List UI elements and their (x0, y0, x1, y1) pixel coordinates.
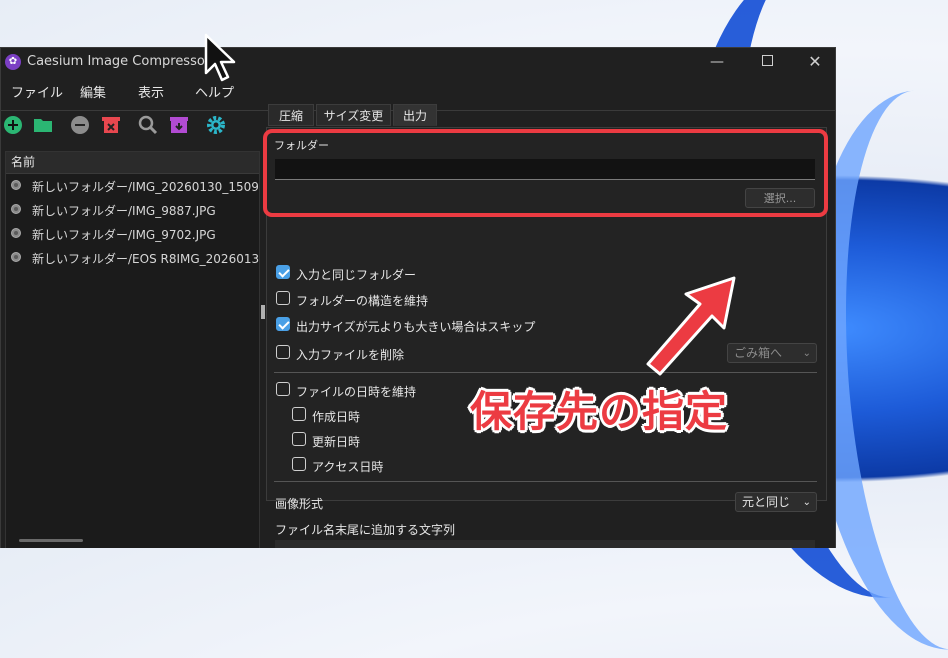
checkbox-icon (276, 382, 290, 396)
app-logo-icon: ✿ (5, 54, 21, 70)
checkbox-checked-icon (276, 317, 290, 331)
horizontal-scrollbar[interactable] (19, 539, 83, 542)
annotation-callout: 保存先の指定 (470, 387, 729, 436)
maximize-button[interactable] (747, 50, 787, 74)
list-item[interactable]: 新しいフォルダー/IMG_9702.JPG (6, 222, 259, 246)
image-format-label: 画像形式 (275, 497, 324, 511)
add-icon[interactable] (2, 114, 26, 138)
checkbox-icon (292, 457, 306, 471)
chevron-down-icon: ⌄ (802, 348, 811, 359)
status-dot-icon (11, 180, 21, 190)
menu-view[interactable]: 表示 (138, 82, 164, 101)
image-format-select[interactable]: 元と同じ ⌄ (735, 492, 817, 512)
checkbox-icon (292, 407, 306, 421)
suffix-input[interactable] (275, 540, 815, 548)
search-icon[interactable] (137, 114, 161, 138)
checkbox-icon (292, 432, 306, 446)
annotation-arrow-icon (646, 276, 736, 376)
status-dot-icon (11, 228, 21, 238)
list-item[interactable]: 新しいフォルダー/IMG_20260130_150938.jpg (6, 174, 259, 198)
settings-icon[interactable] (205, 114, 229, 138)
suffix-label: ファイル名末尾に追加する文字列 (275, 523, 456, 537)
remove-icon[interactable] (69, 114, 93, 138)
tab-compression[interactable]: 圧縮 (268, 104, 314, 126)
list-item[interactable]: 新しいフォルダー/EOS R8IMG_20260130_152413 (6, 246, 259, 270)
close-button[interactable]: ✕ (795, 50, 835, 74)
title-bar: ✿ Caesium Image Compressor — ✕ (1, 48, 835, 76)
annotation-highlight-box (263, 129, 828, 217)
tab-resize[interactable]: サイズ変更 (316, 104, 391, 126)
menu-file[interactable]: ファイル (11, 82, 63, 101)
tab-output[interactable]: 出力 (393, 104, 437, 126)
compress-icon[interactable] (168, 114, 192, 138)
menu-bar: ファイル 編集 表示 ヘルプ (1, 82, 835, 104)
chevron-down-icon: ⌄ (802, 497, 811, 508)
open-folder-icon[interactable] (32, 114, 56, 138)
panel-splitter-handle[interactable] (261, 305, 265, 319)
file-list-panel: 名前 新しいフォルダー/IMG_20260130_150938.jpg 新しいフ… (5, 151, 260, 548)
checkbox-icon (276, 345, 290, 359)
checkbox-checked-icon (276, 265, 290, 279)
minimize-button[interactable]: — (697, 50, 737, 74)
status-dot-icon (11, 204, 21, 214)
column-header-name[interactable]: 名前 (6, 152, 259, 174)
mouse-pointer-icon (204, 33, 236, 82)
window-title: Caesium Image Compressor (27, 54, 211, 69)
list-item[interactable]: 新しいフォルダー/IMG_9887.JPG (6, 198, 259, 222)
status-dot-icon (11, 252, 21, 262)
clear-list-icon[interactable] (100, 114, 124, 138)
divider (274, 481, 817, 482)
menu-edit[interactable]: 編集 (80, 82, 106, 101)
delete-mode-select[interactable]: ごみ箱へ ⌄ (727, 343, 817, 363)
menu-help[interactable]: ヘルプ (195, 82, 234, 101)
checkbox-icon (276, 291, 290, 305)
